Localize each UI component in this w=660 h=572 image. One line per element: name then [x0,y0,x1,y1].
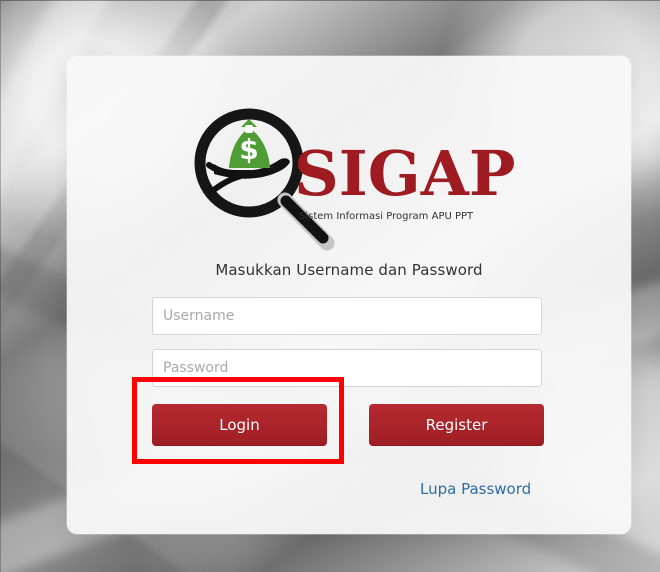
login-page: $ SIGAP Sistem Informasi Program APU PPT… [0,0,660,572]
login-instruction: Masukkan Username dan Password [215,261,483,279]
password-input[interactable] [152,349,542,387]
login-button[interactable]: Login [152,404,327,446]
sigap-logo: $ SIGAP Sistem Informasi Program APU PPT [194,108,515,251]
logo-title: SIGAP [294,137,515,210]
register-button[interactable]: Register [369,404,544,446]
logo-subtitle: Sistem Informasi Program APU PPT [299,211,474,222]
forgot-password-link[interactable]: Lupa Password [420,480,531,498]
login-card: $ SIGAP Sistem Informasi Program APU PPT… [67,56,631,534]
money-symbol: $ [239,133,258,166]
username-input[interactable] [152,297,542,335]
